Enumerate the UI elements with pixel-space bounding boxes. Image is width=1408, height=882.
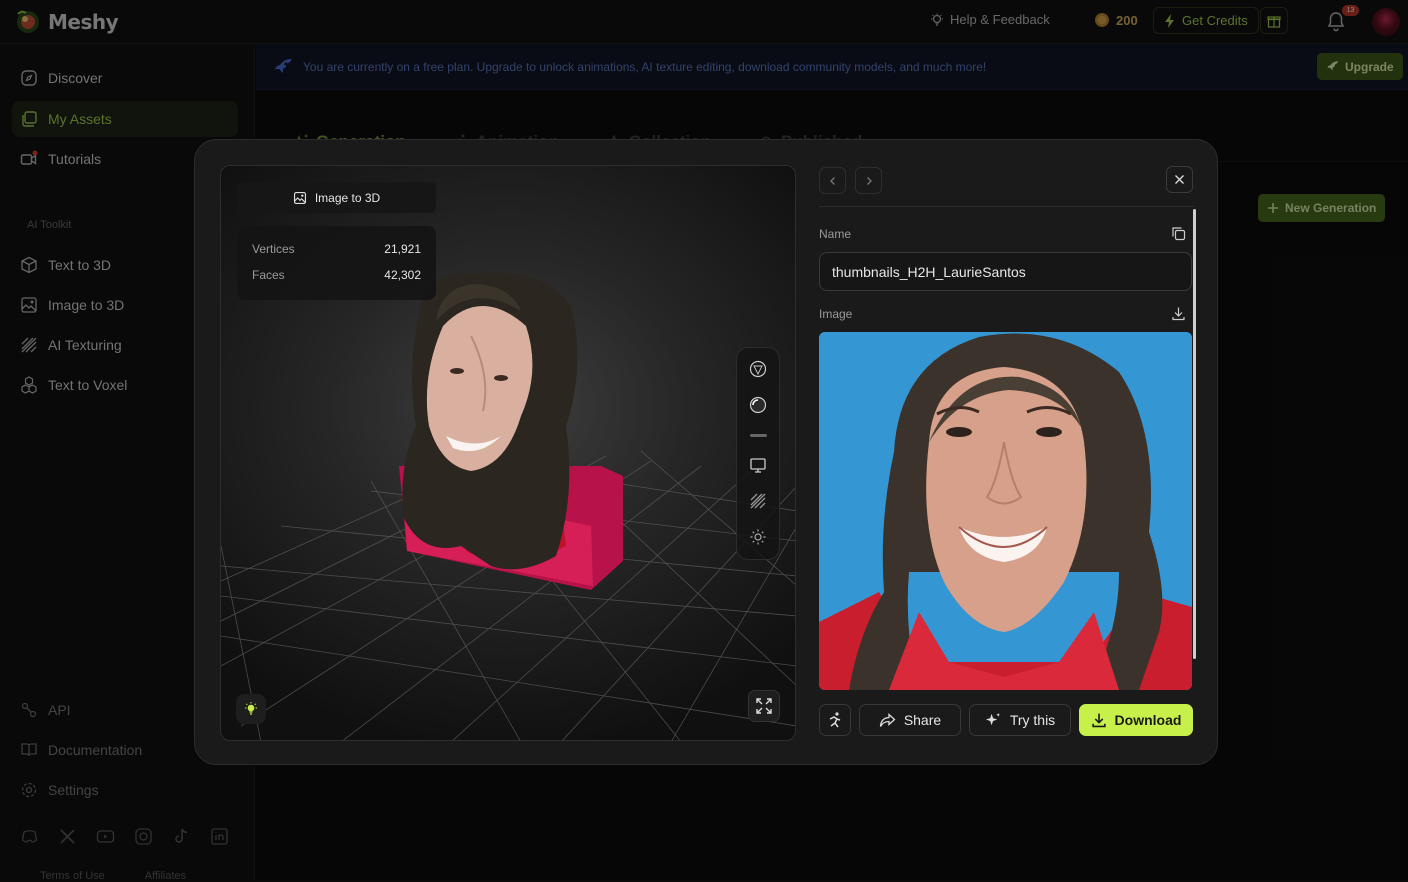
download-icon [1091, 712, 1107, 728]
running-icon [826, 711, 844, 729]
panel-divider [819, 206, 1194, 207]
bulb-icon [243, 701, 259, 717]
next-asset-button[interactable] [855, 167, 882, 194]
stat-label: Vertices [252, 242, 295, 256]
try-this-label: Try this [1009, 712, 1056, 728]
generation-type-text: Image to 3D [314, 190, 381, 205]
sparkle-icon [985, 712, 1002, 729]
asset-name-input[interactable] [819, 252, 1192, 291]
download-icon [1171, 306, 1186, 321]
close-icon [1174, 174, 1185, 185]
expand-icon [755, 697, 773, 715]
stat-value: 21,921 [384, 242, 421, 256]
mesh-stats-panel: Vertices 21,921 Faces 42,302 [237, 226, 436, 300]
shaded-sphere-button[interactable] [748, 395, 768, 415]
download-label: Download [1114, 712, 1182, 728]
fullscreen-button[interactable] [748, 690, 780, 722]
image-label: Image [819, 307, 853, 321]
texture-toggle-button[interactable] [748, 491, 768, 511]
share-button[interactable]: Share [859, 704, 961, 736]
action-bar: Share Try this Download [819, 704, 1194, 736]
wireframe-sphere-button[interactable] [748, 359, 768, 379]
portrait-photo [819, 332, 1192, 690]
stat-vertices: Vertices 21,921 [252, 242, 421, 256]
copy-icon [1171, 226, 1186, 241]
toolbar-separator [750, 434, 767, 437]
monitor-icon [749, 456, 767, 474]
wireframe-sphere-icon [749, 360, 767, 378]
download-image-button[interactable] [1171, 306, 1186, 321]
name-label: Name [819, 227, 852, 241]
share-label: Share [903, 712, 942, 728]
asset-details-panel: Name Image [819, 165, 1196, 741]
stat-value: 42,302 [384, 268, 421, 282]
texture-icon [749, 492, 767, 510]
viewer-render-toolbar [736, 347, 780, 560]
sun-icon [749, 528, 767, 546]
download-button[interactable]: Download [1079, 704, 1193, 736]
share-icon [879, 712, 896, 728]
generation-type-label: Image to 3D [237, 182, 436, 213]
stat-label: Faces [252, 268, 285, 282]
source-image [819, 332, 1192, 690]
panel-scrollbar[interactable] [1193, 209, 1196, 659]
display-mode-button[interactable] [748, 455, 768, 475]
light-toggle-button[interactable] [236, 694, 266, 724]
asset-detail-modal: Image to 3D Vertices 21,921 Faces 42,302 [194, 139, 1218, 765]
image-icon [293, 191, 307, 205]
try-this-button[interactable]: Try this [969, 704, 1071, 736]
chevron-right-icon [864, 176, 874, 186]
3d-viewer[interactable]: Image to 3D Vertices 21,921 Faces 42,302 [220, 165, 796, 741]
lighting-button[interactable] [748, 527, 768, 547]
shaded-sphere-icon [749, 396, 767, 414]
previous-asset-button[interactable] [819, 167, 846, 194]
animate-button[interactable] [819, 704, 851, 736]
close-modal-button[interactable] [1166, 166, 1193, 193]
copy-name-button[interactable] [1171, 226, 1186, 241]
stat-faces: Faces 42,302 [252, 268, 421, 282]
chevron-left-icon [828, 176, 838, 186]
